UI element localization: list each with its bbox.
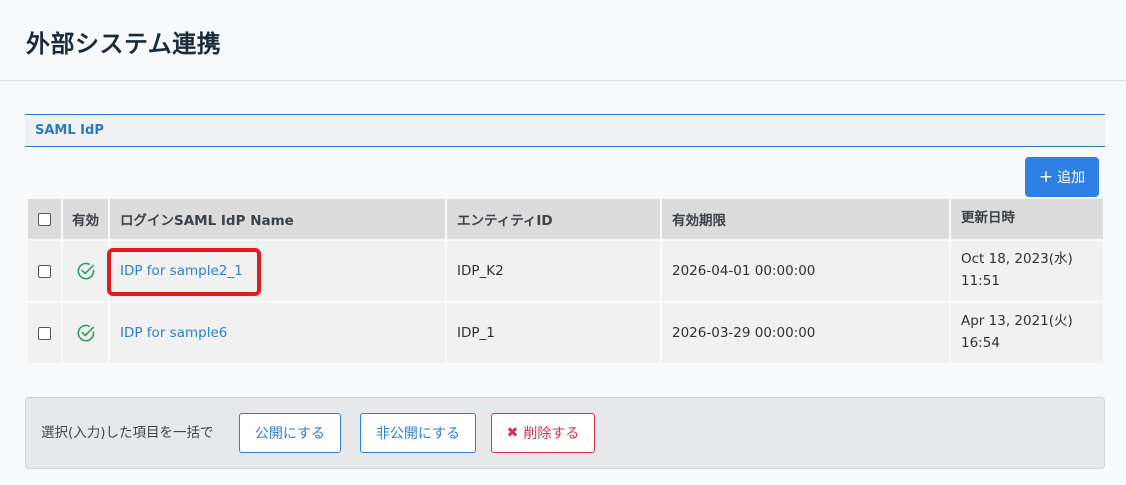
updated-cell: Apr 13, 2021(火) 16:54: [951, 301, 1103, 363]
plus-icon: +: [1038, 166, 1054, 187]
publish-button[interactable]: 公開にする: [239, 413, 341, 453]
delete-button[interactable]: ✖ 削除する: [491, 413, 595, 453]
table-row: IDP for sample2_1 IDP_K2 2026-04-01 00:0…: [28, 239, 1103, 301]
title-divider: [0, 80, 1126, 81]
valid-cell: [63, 301, 110, 363]
header-valid[interactable]: 有効: [63, 199, 110, 239]
idp-name-link[interactable]: IDP for sample6: [120, 325, 227, 341]
header-entity-id[interactable]: エンティティID: [447, 199, 662, 239]
updated-time: 16:54: [961, 335, 1000, 351]
row-checkbox[interactable]: [38, 264, 51, 278]
table-header-row: 有効 ログインSAML IdP Name エンティティID 有効期限 更新日時: [28, 199, 1103, 239]
bulk-action-label: 選択(入力)した項目を一括で: [41, 425, 214, 441]
select-all-checkbox[interactable]: [38, 212, 51, 226]
bulk-action-bar: 選択(入力)した項目を一括で 公開にする 非公開にする ✖ 削除する: [25, 397, 1105, 469]
idp-table: 有効 ログインSAML IdP Name エンティティID 有効期限 更新日時 …: [28, 199, 1103, 363]
section-header: SAML IdP: [25, 114, 1105, 147]
header-updated[interactable]: 更新日時: [951, 199, 1103, 239]
header-name[interactable]: ログインSAML IdP Name: [110, 199, 447, 239]
name-cell: IDP for sample2_1: [110, 239, 447, 301]
page-title: 外部システム連携: [26, 30, 222, 58]
unpublish-button[interactable]: 非公開にする: [360, 413, 476, 453]
check-circle-icon: [63, 261, 108, 281]
row-select-cell: [28, 239, 63, 301]
add-button[interactable]: + 追加: [1025, 157, 1099, 197]
idp-name-link[interactable]: IDP for sample2_1: [120, 263, 243, 279]
section-title: SAML IdP: [35, 123, 104, 138]
add-button-label: 追加: [1057, 170, 1086, 186]
x-icon: ✖: [506, 425, 519, 441]
expiration-cell: 2026-04-01 00:00:00: [662, 239, 951, 301]
row-select-cell: [28, 301, 63, 363]
updated-date: Apr 13, 2021(火): [961, 313, 1073, 330]
entity-id-cell: IDP_K2: [447, 239, 662, 301]
table-row: IDP for sample6 IDP_1 2026-03-29 00:00:0…: [28, 301, 1103, 363]
expiration-cell: 2026-03-29 00:00:00: [662, 301, 951, 363]
valid-cell: [63, 239, 110, 301]
entity-id-cell: IDP_1: [447, 301, 662, 363]
check-circle-icon: [63, 323, 108, 343]
header-select-all: [28, 199, 63, 239]
delete-button-label: 削除する: [523, 426, 580, 442]
updated-date: Oct 18, 2023(水): [961, 251, 1073, 268]
header-expiration[interactable]: 有効期限: [662, 199, 951, 239]
updated-cell: Oct 18, 2023(水) 11:51: [951, 239, 1103, 301]
row-checkbox[interactable]: [38, 326, 51, 340]
updated-time: 11:51: [961, 273, 1000, 289]
name-cell: IDP for sample6: [110, 301, 447, 363]
